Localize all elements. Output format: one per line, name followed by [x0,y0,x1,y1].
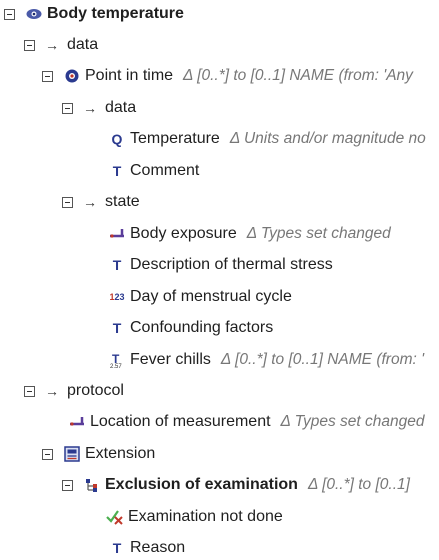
tree-row-point-in-time[interactable]: Point in time Δ [0..*] to [0..1] NAME (f… [42,64,413,88]
tree-label: Confounding factors [130,319,274,336]
eye-icon [25,5,43,23]
text-icon: T [112,257,122,273]
tree-label: data [67,36,99,53]
text-icon: T [112,320,122,336]
tree-label: Exclusion of examination [105,476,298,493]
tree-label: Day of menstrual cycle [130,288,292,305]
slot-icon [63,445,81,463]
collapse-toggle[interactable] [24,385,35,397]
tree-label: Comment [130,162,200,179]
tree-label: Examination not done [128,508,283,525]
tree-label: protocol [67,382,124,399]
coded-text-icon [108,225,126,243]
tree-row-body-exposure[interactable]: Body exposure Δ Types set changed [108,222,391,246]
tree-row-exclusion-of-examination[interactable]: Exclusion of examination Δ [0..*] to [0.… [62,473,410,497]
change-note: Δ Units and/or magnitude no [229,130,426,147]
tree-label: Temperature [130,130,220,147]
svg-text:2.57: 2.57 [110,364,122,368]
tree-row-reason[interactable]: T Reason [108,536,185,560]
tree-label: Extension [85,445,156,462]
tree-row-body-temperature[interactable]: Body temperature [4,2,184,26]
tree-label: state [105,193,140,210]
tree-row-temperature[interactable]: Q Temperature Δ Units and/or magnitude n… [108,127,426,151]
tree-row-day-menstrual-cycle[interactable]: 123 Day of menstrual cycle [108,285,292,309]
text-icon: T [112,163,122,179]
tree-row-state[interactable]: → state [62,190,140,214]
change-note: Δ Types set changed [280,413,425,430]
collapse-toggle[interactable] [62,196,73,208]
text-icon: T [112,540,122,556]
tree-label: Reason [130,539,186,556]
collapse-toggle[interactable] [4,8,15,20]
tree-row-protocol[interactable]: → protocol [24,379,124,403]
change-note: Δ [0..*] to [0..1] [307,476,410,493]
collapse-toggle[interactable] [42,70,53,82]
tree-label: Description of thermal stress [130,256,333,273]
tree-row-location-of-measurement[interactable]: Location of measurement Δ Types set chan… [68,410,425,434]
multi-type-icon: T 2.57 [108,351,126,369]
tree-label: data [105,99,137,116]
tree-row-confounding-factors[interactable]: T Confounding factors [108,316,273,340]
tree-label: Location of measurement [90,413,271,430]
change-note: Δ [0..*] to [0..1] NAME (from: 'Any [183,67,413,84]
arrow-right-icon: → [45,37,59,53]
tree-row-description-thermal-stress[interactable]: T Description of thermal stress [108,253,333,277]
collapse-toggle[interactable] [42,448,53,460]
coded-text-icon [68,413,86,431]
tree-row-data-inner[interactable]: → data [62,96,136,120]
quantity-icon: Q [111,131,123,147]
tree-label: Body exposure [130,225,237,242]
arrow-right-icon: → [45,383,59,399]
collapse-toggle[interactable] [62,479,73,491]
collapse-toggle[interactable] [24,39,35,51]
arrow-right-icon: → [83,194,97,210]
change-note: Δ [0..*] to [0..1] NAME (from: ' [220,351,425,368]
tree-row-data[interactable]: → data [24,33,98,57]
tree-row-comment[interactable]: T Comment [108,159,200,183]
change-note: Δ Types set changed [246,225,391,242]
count-icon: 123 [109,292,125,302]
event-target-icon [63,67,81,85]
tree-row-extension[interactable]: Extension [42,442,155,466]
tree-label: Body temperature [47,5,184,22]
tree-row-fever-chills[interactable]: T 2.57 Fever chills Δ [0..*] to [0..1] NA… [108,348,424,372]
collapse-toggle[interactable] [62,102,73,114]
tree-row-examination-not-done[interactable]: Examination not done [106,505,283,529]
arrow-right-icon: → [83,100,97,116]
tree-label: Point in time [85,67,174,84]
check-cross-icon [106,508,124,526]
cluster-icon [83,476,101,494]
tree-label: Fever chills [130,351,211,368]
